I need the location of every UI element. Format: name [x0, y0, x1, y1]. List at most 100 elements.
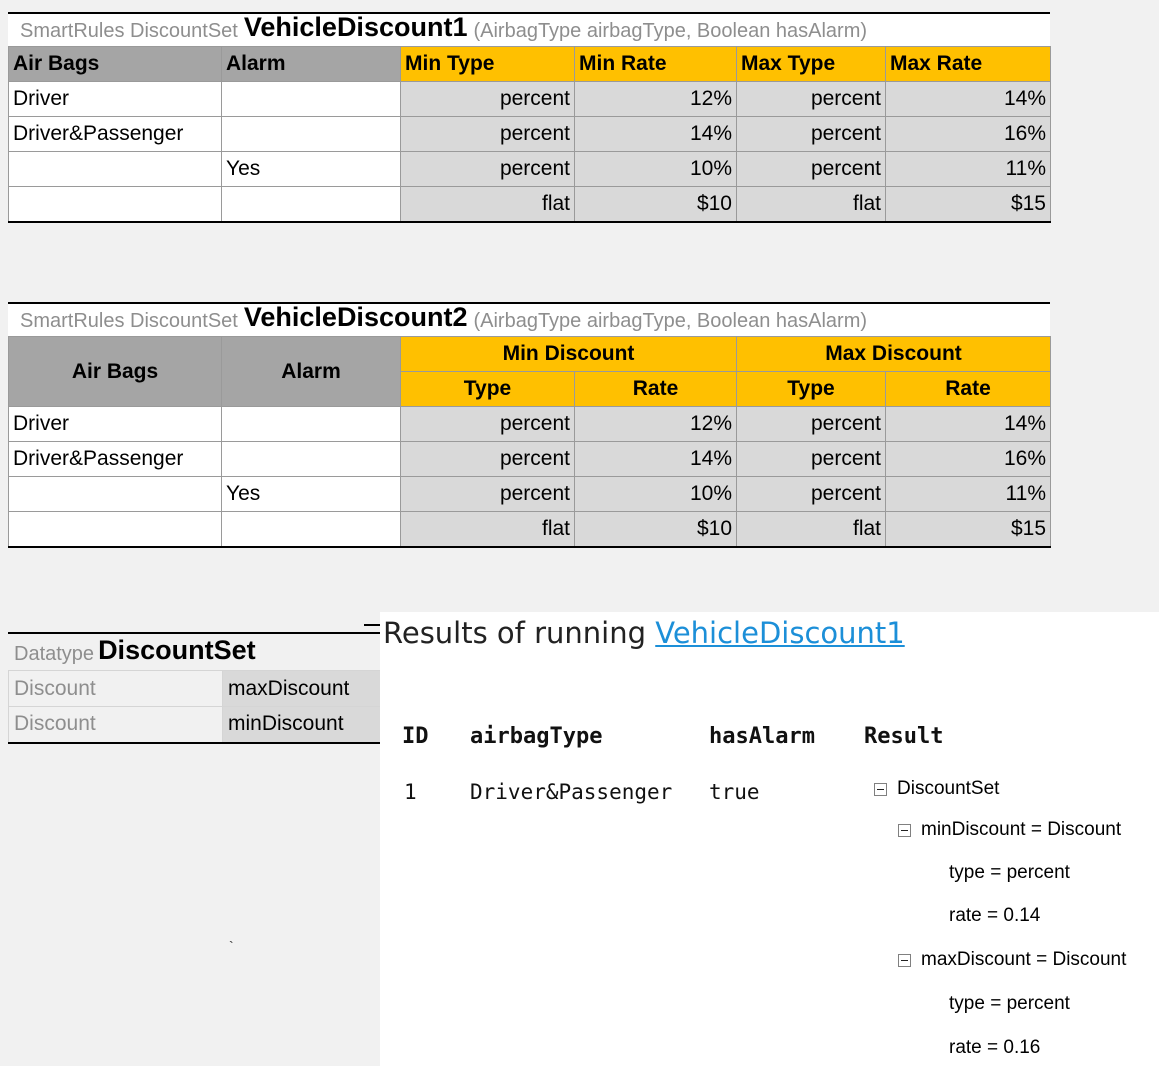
tree-node-min-discount[interactable]: minDiscount = Discount	[898, 819, 1121, 841]
header-row-group: Air Bags Alarm Min Discount Max Discount	[8, 336, 1052, 407]
tree-leaf-min-type: type = percent	[949, 862, 1070, 884]
collapse-icon[interactable]	[898, 823, 911, 837]
col-header-id: ID	[402, 724, 429, 749]
tree-leaf-max-type: type = percent	[949, 993, 1070, 1015]
table-row: flat $10 flat $15	[8, 186, 1051, 223]
cell-min-type: percent	[400, 116, 575, 152]
field-type: Discount	[8, 706, 223, 744]
cell-min-rate: $10	[573, 511, 738, 548]
cell-alarm: Yes	[221, 151, 401, 187]
table-row: Driver percent 12% percent 14%	[8, 81, 1051, 117]
cell-max-type: percent	[736, 81, 886, 117]
cell-max-type: flat	[736, 186, 886, 223]
header-max-type: Type	[736, 371, 887, 407]
table-name: VehicleDiscount1	[243, 12, 468, 42]
header-air-bags: Air Bags	[8, 46, 222, 82]
cell-alarm	[221, 511, 401, 548]
cell-air-bags: Driver	[8, 81, 222, 117]
caption-prefix: SmartRules DiscountSet	[20, 20, 238, 42]
cell-max-rate: $15	[885, 186, 1051, 223]
cell-min-type: flat	[400, 186, 575, 223]
table-caption: SmartRules DiscountSet VehicleDiscount2 …	[8, 302, 1050, 336]
table-name: VehicleDiscount2	[243, 302, 468, 332]
header-max-rate: Max Rate	[885, 46, 1051, 82]
results-title: Results of running VehicleDiscount1	[383, 616, 905, 650]
result-id: 1	[404, 780, 417, 804]
collapse-icon[interactable]	[898, 953, 911, 967]
cell-max-rate: 16%	[885, 441, 1052, 477]
caption-prefix: SmartRules DiscountSet	[20, 310, 238, 332]
table-caption: SmartRules DiscountSet VehicleDiscount1 …	[8, 12, 1050, 46]
cell-alarm	[221, 116, 401, 152]
cell-max-type: percent	[736, 151, 886, 187]
cell-max-rate: 14%	[885, 81, 1051, 117]
cell-min-rate: 10%	[573, 476, 738, 512]
cell-max-type: flat	[736, 511, 887, 548]
results-panel: Results of running VehicleDiscount1 ID a…	[380, 612, 1159, 1066]
tree-leaf-max-rate: rate = 0.16	[949, 1037, 1040, 1059]
table-vehicle-discount-2: SmartRules DiscountSet VehicleDiscount2 …	[8, 302, 1052, 548]
collapse-icon[interactable]	[874, 782, 887, 796]
caption-args: (AirbagType airbagType, Boolean hasAlarm…	[473, 310, 868, 332]
tree-node-max-discount[interactable]: maxDiscount = Discount	[898, 949, 1126, 971]
tree-label: DiscountSet	[897, 778, 1000, 799]
rules-table: Air Bags Alarm Min Type Min Rate Max Typ…	[8, 46, 1051, 223]
tree-label: maxDiscount = Discount	[921, 949, 1127, 970]
cell-max-rate: 11%	[885, 151, 1051, 187]
datatype-prefix: Datatype	[14, 643, 95, 665]
cell-max-rate: 16%	[885, 116, 1051, 152]
cell-max-type: percent	[736, 476, 887, 512]
tree-leaf-min-rate: rate = 0.14	[949, 905, 1040, 927]
header-min-discount: Min Discount	[399, 336, 738, 372]
tree-node-root[interactable]: DiscountSet	[874, 778, 999, 800]
header-min-type: Type	[400, 371, 575, 407]
cell-air-bags: Driver&Passenger	[8, 116, 222, 152]
tree-label: type = percent	[949, 862, 1070, 883]
results-table-link[interactable]: VehicleDiscount1	[655, 616, 904, 650]
result-has-alarm: true	[709, 780, 760, 804]
cell-min-type: flat	[400, 511, 575, 548]
col-header-airbag-type: airbagType	[470, 724, 603, 749]
header-max-rate: Rate	[885, 371, 1052, 407]
cell-alarm	[221, 81, 401, 117]
table-row: Yes percent 10% percent 11%	[8, 151, 1051, 187]
table-row: flat $10 flat $15	[8, 511, 1052, 548]
header-min-rate: Rate	[573, 371, 738, 407]
cell-alarm	[221, 441, 401, 477]
cell-min-type: percent	[400, 81, 575, 117]
col-header-result: Result	[864, 724, 944, 749]
field-type: Discount	[8, 670, 223, 707]
field-name: maxDiscount	[222, 670, 381, 707]
cell-min-type: percent	[400, 441, 575, 477]
datatype-caption: Datatype DiscountSet	[8, 632, 380, 670]
datatype-fields: Discount maxDiscount Discount minDiscoun…	[8, 670, 381, 744]
cell-max-rate: 14%	[885, 406, 1052, 442]
table-row: Driver&Passenger percent 14% percent 16%	[8, 441, 1052, 477]
table-vehicle-discount-1: SmartRules DiscountSet VehicleDiscount1 …	[8, 12, 1051, 223]
col-header-has-alarm: hasAlarm	[709, 724, 815, 749]
header-air-bags: Air Bags	[8, 336, 222, 407]
stray-mark: `	[229, 938, 234, 954]
header-min-rate: Min Rate	[574, 46, 737, 82]
field-name: minDiscount	[222, 706, 381, 744]
cell-air-bags: Driver	[8, 406, 222, 442]
cell-max-rate: $15	[885, 511, 1052, 548]
datatype-name: DiscountSet	[98, 635, 256, 665]
datatype-discount-set: Datatype DiscountSet Discount maxDiscoun…	[8, 632, 381, 744]
cell-min-rate: 14%	[574, 116, 737, 152]
datatype-field-row: Discount maxDiscount	[8, 670, 381, 707]
cell-min-rate: 12%	[573, 406, 738, 442]
tree-label: minDiscount = Discount	[921, 819, 1122, 840]
table-row: Driver&Passenger percent 14% percent 16%	[8, 116, 1051, 152]
results-title-prefix: Results of running	[383, 616, 647, 650]
header-alarm: Alarm	[221, 46, 401, 82]
cell-max-type: percent	[736, 406, 887, 442]
cell-min-rate: 12%	[574, 81, 737, 117]
table-row: Driver percent 12% percent 14%	[8, 406, 1052, 442]
cell-min-rate: 14%	[573, 441, 738, 477]
cell-alarm: Yes	[221, 476, 401, 512]
cell-max-rate: 11%	[885, 476, 1052, 512]
cell-min-type: percent	[400, 476, 575, 512]
cell-min-rate: $10	[574, 186, 737, 223]
tree-label: type = percent	[949, 993, 1070, 1014]
